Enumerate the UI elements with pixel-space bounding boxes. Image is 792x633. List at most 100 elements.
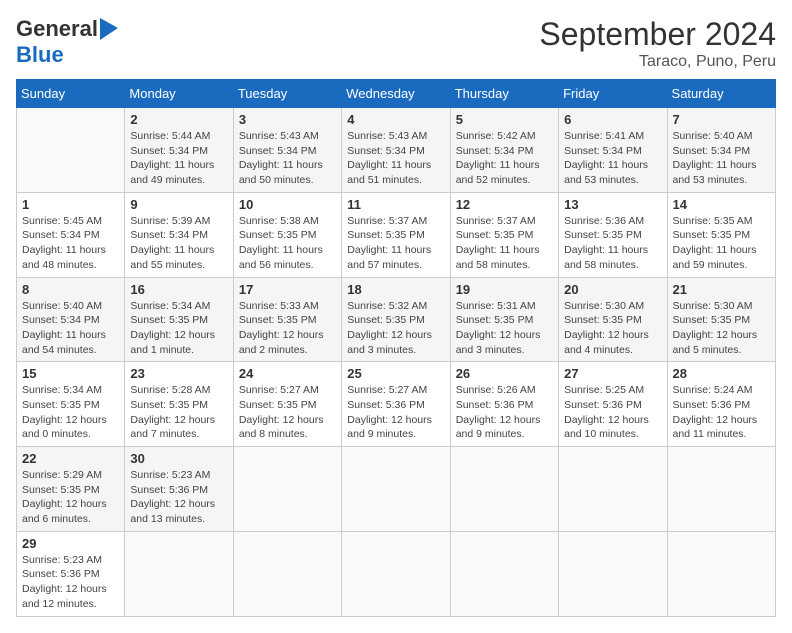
calendar-week-row: 1Sunrise: 5:45 AMSunset: 5:34 PMDaylight… [17,192,776,277]
location-title: Taraco, Puno, Peru [539,53,776,71]
day-info: Sunrise: 5:32 AMSunset: 5:35 PMDaylight:… [347,299,444,358]
calendar-cell: 20 Sunrise: 5:30 AMSunset: 5:35 PMDayligh… [559,277,667,362]
day-info: Sunrise: 5:27 AMSunset: 5:35 PMDaylight:… [239,383,336,442]
calendar-cell: 23 Sunrise: 5:28 AMSunset: 5:35 PMDayligh… [125,362,233,447]
day-number: 17 [239,282,336,297]
logo: General Blue [16,16,118,68]
day-number: 25 [347,366,444,381]
calendar-cell: 10Sunrise: 5:38 AMSunset: 5:35 PMDayligh… [233,192,341,277]
calendar-cell: 15 Sunrise: 5:34 AMSunset: 5:35 PMDayligh… [17,362,125,447]
calendar-cell: 22 Sunrise: 5:29 AMSunset: 5:35 PMDayligh… [17,447,125,532]
calendar-cell: 27Sunrise: 5:25 AMSunset: 5:36 PMDayligh… [559,362,667,447]
calendar-cell: 12Sunrise: 5:37 AMSunset: 5:35 PMDayligh… [450,192,558,277]
calendar-cell: 2Sunrise: 5:44 AMSunset: 5:34 PMDaylight… [125,108,233,193]
calendar-cell: 13 Sunrise: 5:36 AMSunset: 5:35 PMDayligh… [559,192,667,277]
day-info: Sunrise: 5:29 AMSunset: 5:35 PMDaylight:… [22,468,119,527]
day-number: 26 [456,366,553,381]
calendar-cell: 29 Sunrise: 5:23 AMSunset: 5:36 PMDayligh… [17,531,125,616]
calendar-cell: 14Sunrise: 5:35 AMSunset: 5:35 PMDayligh… [667,192,775,277]
calendar-cell [17,108,125,193]
day-info: Sunrise: 5:35 AMSunset: 5:35 PMDaylight:… [673,214,770,273]
calendar-week-row: 29 Sunrise: 5:23 AMSunset: 5:36 PMDayligh… [17,531,776,616]
day-number: 8 [22,282,119,297]
day-info: Sunrise: 5:36 AMSunset: 5:35 PMDaylight:… [564,214,661,273]
calendar-cell: 30 Sunrise: 5:23 AMSunset: 5:36 PMDayligh… [125,447,233,532]
calendar-cell: 7Sunrise: 5:40 AMSunset: 5:34 PMDaylight… [667,108,775,193]
title-block: September 2024 Taraco, Puno, Peru [539,16,776,71]
day-info: Sunrise: 5:28 AMSunset: 5:35 PMDaylight:… [130,383,227,442]
day-info: Sunrise: 5:23 AMSunset: 5:36 PMDaylight:… [22,553,119,612]
col-thursday: Thursday [450,80,558,108]
calendar-cell: 26 Sunrise: 5:26 AMSunset: 5:36 PMDayligh… [450,362,558,447]
day-info: Sunrise: 5:24 AMSunset: 5:36 PMDaylight:… [673,383,770,442]
calendar-cell: 3 Sunrise: 5:43 AMSunset: 5:34 PMDaylight… [233,108,341,193]
calendar-week-row: 8 Sunrise: 5:40 AMSunset: 5:34 PMDaylight… [17,277,776,362]
col-monday: Monday [125,80,233,108]
col-saturday: Saturday [667,80,775,108]
calendar-cell [559,531,667,616]
day-number: 13 [564,197,661,212]
day-number: 30 [130,451,227,466]
day-number: 28 [673,366,770,381]
calendar-cell [125,531,233,616]
calendar-week-row: 2Sunrise: 5:44 AMSunset: 5:34 PMDaylight… [17,108,776,193]
day-number: 16 [130,282,227,297]
day-number: 7 [673,112,770,127]
calendar-cell: 19 Sunrise: 5:31 AMSunset: 5:35 PMDayligh… [450,277,558,362]
day-info: Sunrise: 5:34 AMSunset: 5:35 PMDaylight:… [22,383,119,442]
col-tuesday: Tuesday [233,80,341,108]
calendar-cell [450,531,558,616]
logo-bird-icon [100,18,118,40]
calendar-week-row: 15 Sunrise: 5:34 AMSunset: 5:35 PMDayligh… [17,362,776,447]
day-info: Sunrise: 5:43 AMSunset: 5:34 PMDaylight:… [347,129,444,188]
day-info: Sunrise: 5:43 AMSunset: 5:34 PMDaylight:… [239,129,336,188]
calendar-cell [559,447,667,532]
day-number: 15 [22,366,119,381]
day-number: 5 [456,112,553,127]
day-number: 6 [564,112,661,127]
day-number: 19 [456,282,553,297]
day-info: Sunrise: 5:33 AMSunset: 5:35 PMDaylight:… [239,299,336,358]
day-info: Sunrise: 5:37 AMSunset: 5:35 PMDaylight:… [347,214,444,273]
day-number: 24 [239,366,336,381]
calendar-cell: 17 Sunrise: 5:33 AMSunset: 5:35 PMDayligh… [233,277,341,362]
day-number: 23 [130,366,227,381]
calendar-cell [667,531,775,616]
day-number: 29 [22,536,119,551]
day-info: Sunrise: 5:25 AMSunset: 5:36 PMDaylight:… [564,383,661,442]
day-info: Sunrise: 5:42 AMSunset: 5:34 PMDaylight:… [456,129,553,188]
day-info: Sunrise: 5:23 AMSunset: 5:36 PMDaylight:… [130,468,227,527]
calendar-week-row: 22 Sunrise: 5:29 AMSunset: 5:35 PMDayligh… [17,447,776,532]
calendar-cell: 9 Sunrise: 5:39 AMSunset: 5:34 PMDaylight… [125,192,233,277]
day-number: 9 [130,197,227,212]
day-number: 20 [564,282,661,297]
day-number: 2 [130,112,227,127]
day-info: Sunrise: 5:39 AMSunset: 5:34 PMDaylight:… [130,214,227,273]
col-wednesday: Wednesday [342,80,450,108]
calendar-cell [342,447,450,532]
day-number: 4 [347,112,444,127]
calendar-cell: 16 Sunrise: 5:34 AMSunset: 5:35 PMDayligh… [125,277,233,362]
col-sunday: Sunday [17,80,125,108]
day-info: Sunrise: 5:40 AMSunset: 5:34 PMDaylight:… [22,299,119,358]
day-info: Sunrise: 5:30 AMSunset: 5:35 PMDaylight:… [564,299,661,358]
day-info: Sunrise: 5:41 AMSunset: 5:34 PMDaylight:… [564,129,661,188]
calendar-cell: 28 Sunrise: 5:24 AMSunset: 5:36 PMDayligh… [667,362,775,447]
calendar-cell [233,531,341,616]
day-number: 3 [239,112,336,127]
calendar-cell: 6 Sunrise: 5:41 AMSunset: 5:34 PMDaylight… [559,108,667,193]
day-number: 22 [22,451,119,466]
page-header: General Blue September 2024 Taraco, Puno… [16,16,776,71]
day-info: Sunrise: 5:37 AMSunset: 5:35 PMDaylight:… [456,214,553,273]
day-info: Sunrise: 5:31 AMSunset: 5:35 PMDaylight:… [456,299,553,358]
month-title: September 2024 [539,16,776,53]
calendar-cell: 11Sunrise: 5:37 AMSunset: 5:35 PMDayligh… [342,192,450,277]
calendar-cell: 21Sunrise: 5:30 AMSunset: 5:35 PMDayligh… [667,277,775,362]
day-number: 10 [239,197,336,212]
day-info: Sunrise: 5:26 AMSunset: 5:36 PMDaylight:… [456,383,553,442]
calendar-table: Sunday Monday Tuesday Wednesday Thursday… [16,79,776,617]
day-info: Sunrise: 5:34 AMSunset: 5:35 PMDaylight:… [130,299,227,358]
logo-general-text: General [16,16,98,42]
day-number: 21 [673,282,770,297]
calendar-cell: 25Sunrise: 5:27 AMSunset: 5:36 PMDayligh… [342,362,450,447]
